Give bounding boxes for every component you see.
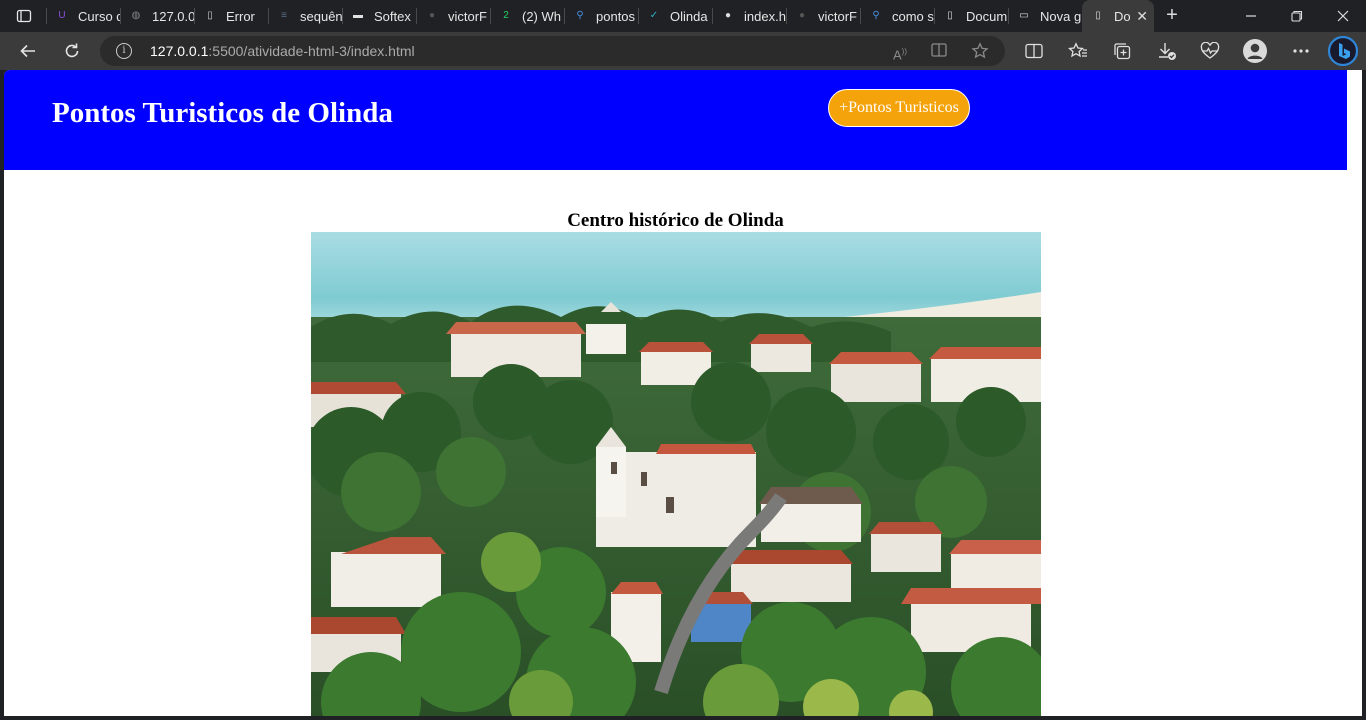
close-icon [1337,10,1349,22]
tab-title: Curso de [78,8,120,24]
browser-tab[interactable]: ✓ Olinda [638,0,712,32]
tab-title: victorF [448,8,487,24]
tab-title: Docum [966,8,1008,24]
browser-tab[interactable]: ⚲ como s [860,0,934,32]
more-dots-icon [1293,49,1309,53]
favorite-star-icon[interactable] [970,42,990,62]
stackoverflow-icon: ≡ [281,10,287,21]
globe-icon: ◍ [131,10,141,21]
tab-title: 127.0.0.1 [152,8,194,24]
newtab-icon: ▭ [1019,10,1029,21]
url-host: 127.0.0.1 [150,43,209,59]
page-title: Pontos Turisticos de Olinda [52,97,393,129]
address-bar[interactable]: i 127.0.0.1:5500/atividade-html-3/index.… [100,36,1005,66]
browser-essentials-button[interactable] [1197,38,1223,64]
shield-icon: U [58,10,66,21]
browser-tab[interactable]: ▬ Softex [342,0,416,32]
browser-tab[interactable]: ▯ Do ✕ [1082,0,1154,32]
tab-title: Error [226,8,255,24]
browser-tab[interactable]: ● victorF [786,0,860,32]
tab-title: sequên [300,8,342,24]
search-icon: ⚲ [576,10,584,21]
browser-tab[interactable]: ◍ 127.0.0.1 [120,0,194,32]
page-scrollbar[interactable] [1347,70,1362,716]
page-viewport: Pontos Turisticos de Olinda +Pontos Turi… [4,70,1362,716]
image-caption: Centro histórico de Olinda [567,210,784,231]
profile-button[interactable] [1242,38,1268,64]
olinda-photo [311,232,1041,716]
page-icon: ▯ [947,10,953,21]
browser-tab[interactable]: ▯ Docum [934,0,1008,32]
tab-title: Do [1114,8,1131,24]
new-tab-button[interactable]: + [1160,4,1184,28]
collections-icon [1114,43,1131,60]
close-tab-icon[interactable]: ✕ [1136,8,1148,25]
url-text[interactable]: 127.0.0.1:5500/atividade-html-3/index.ht… [150,43,415,59]
browser-tab[interactable]: ▭ Nova g [1008,0,1082,32]
whatsapp-icon: 2 [503,10,509,21]
github-icon: ● [428,10,436,21]
tab-title: Nova g [1040,8,1082,24]
search-icon: ⚲ [872,10,880,21]
favorites-button[interactable] [1065,38,1091,64]
browser-tab[interactable]: ⚲ pontos [564,0,638,32]
url-path: :5500/atividade-html-3/index.html [208,43,415,59]
immersive-reader-icon[interactable] [930,42,950,62]
collections-button[interactable] [1109,38,1135,64]
github-icon: ● [798,10,806,21]
tab-title: como s [892,8,934,24]
olinda-aerial-image [311,232,1041,716]
browser-toolbar: i 127.0.0.1:5500/atividade-html-3/index.… [0,32,1366,70]
github-icon: ● [724,10,732,21]
pontos-turisticos-button[interactable]: +Pontos Turisticos [828,89,970,127]
browser-tab[interactable]: ≡ sequên [268,0,342,32]
heart-pulse-icon [1200,42,1220,59]
tab-actions-button[interactable] [6,4,42,28]
split-screen-button[interactable] [1021,38,1047,64]
browser-tab[interactable]: ● victorF [416,0,490,32]
tab-title: index.h [744,8,786,24]
page-icon: ▯ [1095,10,1101,21]
tab-title: Softex [374,8,411,24]
tab-title: (2) Wh [522,8,561,24]
browser-tab[interactable]: ▯ Error [194,0,268,32]
browser-tab[interactable]: U Curso de [46,0,120,32]
browser-tab[interactable]: ● index.h [712,0,786,32]
tab-strip: U Curso de ◍ 127.0.0.1 ▯ Error ≡ sequên ▬ Softex ●… [0,0,1366,32]
read-aloud-icon[interactable]: A)) [890,42,910,62]
minimize-button[interactable] [1228,0,1274,32]
back-button[interactable] [13,36,43,66]
site-header: Pontos Turisticos de Olinda +Pontos Turi… [4,70,1347,170]
minimize-icon [1246,15,1256,17]
bing-copilot-icon [1328,36,1358,66]
softex-icon: ▬ [353,10,363,21]
browser-tab[interactable]: 2 (2) Wh [490,0,564,32]
page-icon: ▯ [207,10,213,21]
settings-more-button[interactable] [1288,38,1314,64]
restore-button[interactable] [1274,0,1320,32]
check-icon: ✓ [649,10,659,21]
split-screen-icon [1025,43,1043,59]
arrow-left-icon [20,44,35,58]
downloads-button[interactable] [1154,38,1180,64]
avatar-icon [1243,39,1267,63]
site-info-icon[interactable]: i [116,43,132,59]
close-window-button[interactable] [1320,0,1366,32]
tab-title: pontos [596,8,636,24]
central-church [596,427,756,547]
tab-list: U Curso de ◍ 127.0.0.1 ▯ Error ≡ sequên ▬ Softex ●… [46,0,1154,32]
restore-icon [1291,10,1303,22]
reload-button[interactable] [57,36,87,66]
copilot-button[interactable] [1328,36,1358,66]
tab-title: victorF [818,8,857,24]
reload-icon [65,43,79,58]
favorites-icon [1068,42,1087,58]
tab-title: Olinda [670,8,708,24]
download-icon [1159,43,1176,60]
tab-actions-icon [16,9,32,23]
